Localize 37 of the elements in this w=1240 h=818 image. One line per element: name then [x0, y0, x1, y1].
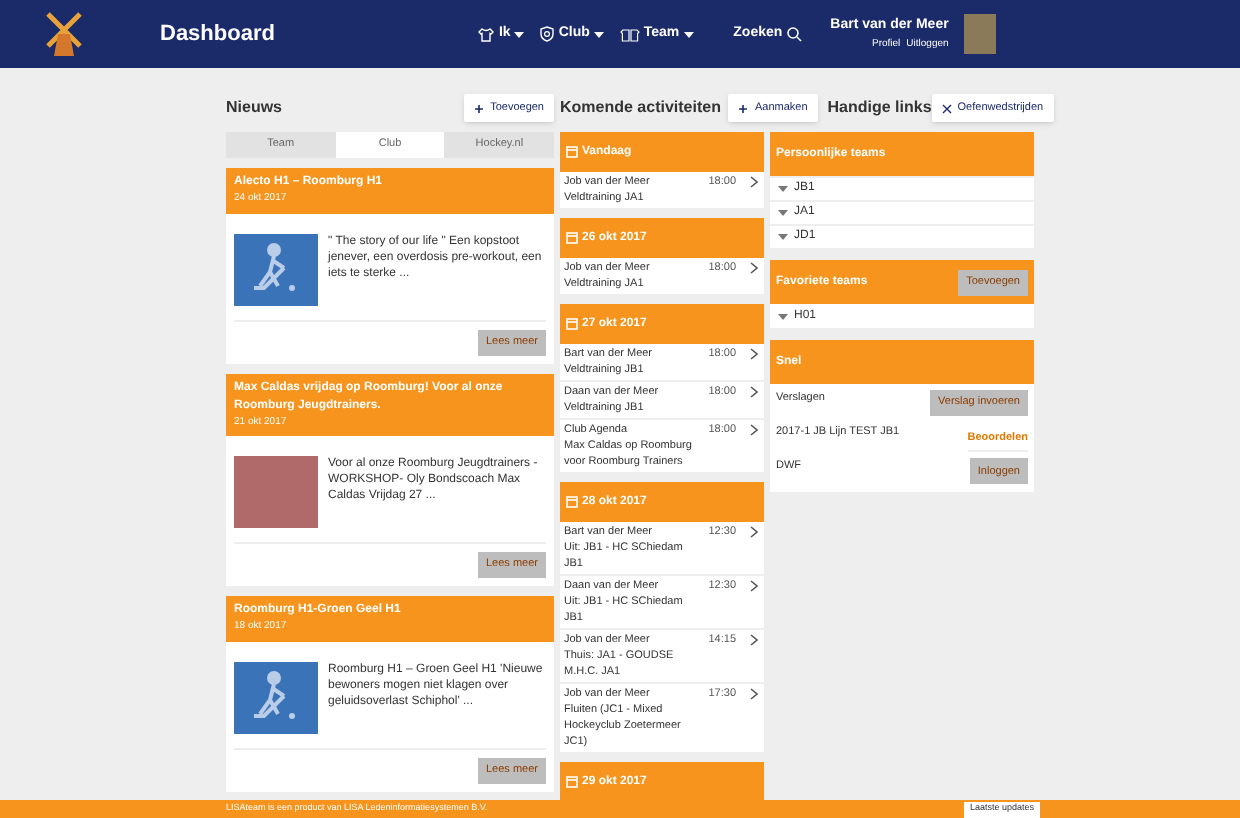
chevron-right-icon: [750, 424, 758, 436]
chevron-right-icon: [750, 348, 758, 360]
chevron-right-icon: [750, 176, 758, 188]
hockey-player-icon: [234, 661, 318, 733]
avatar-placeholder: [964, 14, 997, 54]
shirt-icon: [478, 27, 495, 41]
chevron-right-icon: [750, 526, 758, 538]
caret-down-icon: [778, 186, 788, 192]
caret-down-icon: [778, 234, 788, 240]
section-title: Handige links: [827, 96, 932, 120]
windmill-logo-icon: [44, 10, 84, 58]
chevron-right-icon: [750, 386, 758, 398]
plus-icon: [474, 103, 485, 113]
section-title: Komende activiteiten: [560, 96, 721, 120]
calendar-icon: [566, 318, 578, 330]
calendar-icon: [566, 776, 578, 788]
shield-icon: [540, 26, 555, 42]
plus-icon: [738, 103, 749, 113]
section-title: Nieuws: [226, 96, 283, 120]
caret-down-icon: [778, 313, 788, 319]
calendar-icon: [566, 232, 578, 244]
chevron-right-icon: [750, 688, 758, 700]
calendar-icon: [566, 496, 578, 508]
caret-down-icon: [514, 31, 525, 37]
caret-down-icon: [593, 31, 604, 37]
crossed-sticks-icon: [941, 103, 952, 113]
photo-placeholder: [234, 456, 318, 528]
caret-down-icon: [683, 31, 694, 37]
hockey-player-icon: [234, 233, 318, 305]
calendar-icon: [566, 146, 578, 158]
caret-down-icon: [778, 210, 788, 216]
page-title: Dashboard: [160, 19, 275, 50]
chevron-right-icon: [750, 634, 758, 646]
chevron-right-icon: [750, 262, 758, 274]
chevron-right-icon: [750, 580, 758, 592]
shirts-icon: [619, 27, 640, 41]
search-icon: [786, 26, 803, 42]
